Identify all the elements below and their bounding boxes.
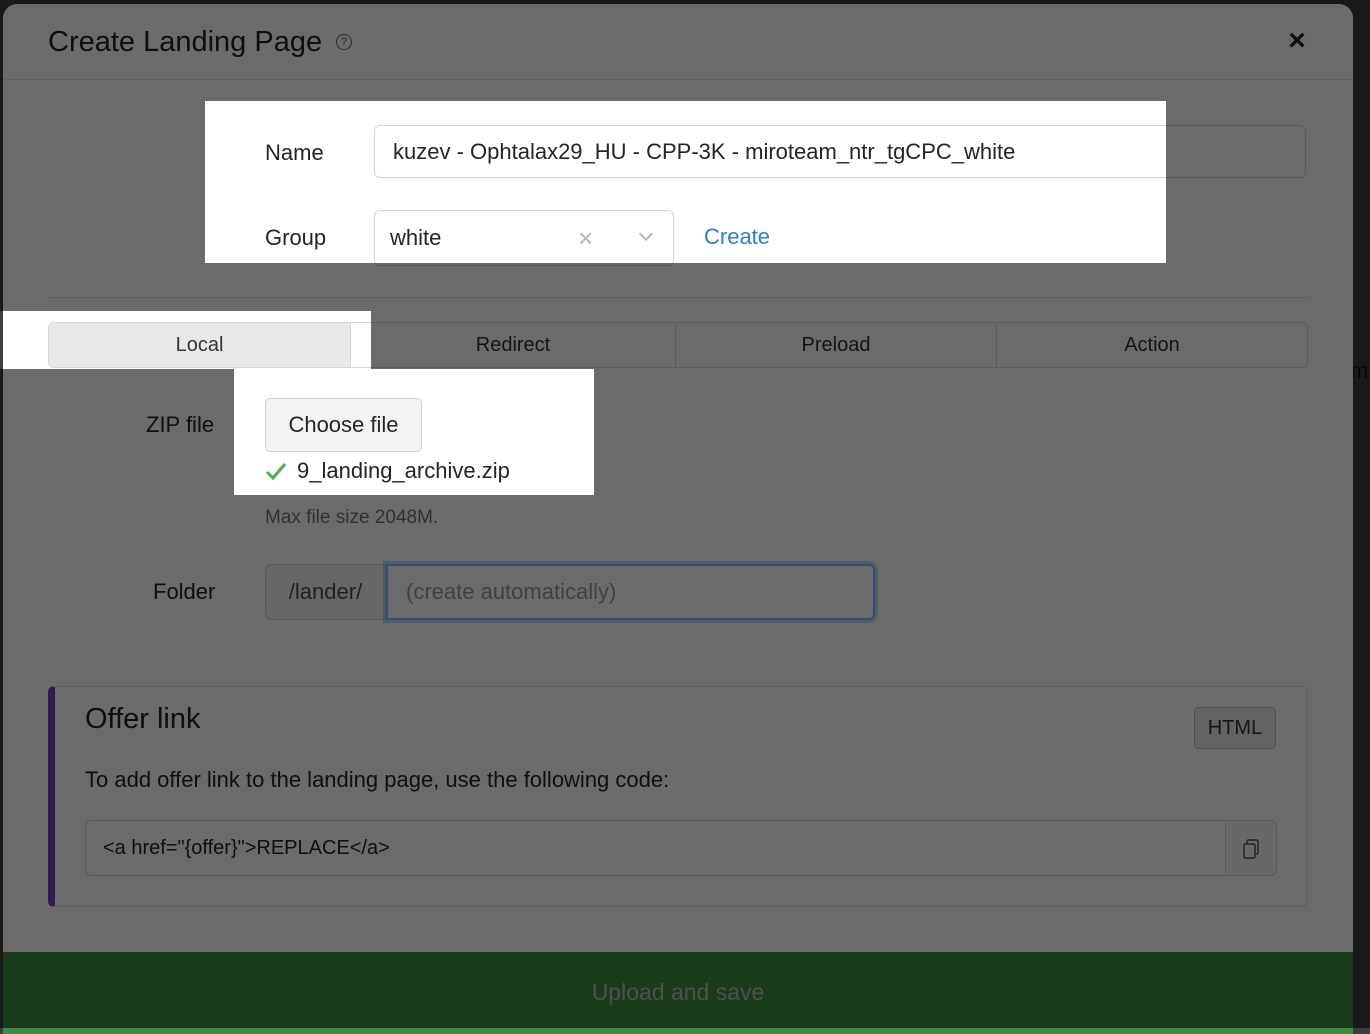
section-divider [48, 297, 1308, 298]
copy-button[interactable] [1226, 820, 1277, 876]
tab-preload[interactable]: Preload [676, 323, 997, 367]
offer-code-field[interactable]: <a href="{offer}">REPLACE</a> [85, 820, 1226, 876]
offer-link-panel: Offer link HTML To add offer link to the… [48, 686, 1308, 907]
check-icon [265, 463, 287, 481]
folder-label: Folder [153, 579, 216, 604]
tab-redirect[interactable]: Redirect [351, 323, 676, 367]
upload-and-save-button[interactable]: Upload and save [3, 952, 1353, 1034]
folder-prefix: /lander/ [265, 564, 386, 620]
name-label: Name [265, 140, 324, 165]
offer-description: To add offer link to the landing page, u… [85, 767, 670, 792]
file-name: 9_landing_archive.zip [297, 458, 510, 483]
help-icon[interactable]: ? [336, 34, 352, 50]
group-selected-value: white [390, 225, 442, 250]
offer-title: Offer link [85, 703, 201, 735]
clear-icon[interactable]: × [578, 223, 593, 253]
create-group-link[interactable]: Create [704, 224, 770, 250]
create-landing-modal: Create Landing Page ? × Name kuzev - Oph… [3, 4, 1353, 1034]
copy-icon [1243, 839, 1259, 859]
modal-title: Create Landing Page [48, 26, 323, 58]
max-size-hint: Max file size 2048M. [265, 507, 439, 528]
select-separator [619, 225, 620, 251]
zip-file-label: ZIP file [146, 412, 215, 437]
tab-action[interactable]: Action [997, 323, 1307, 367]
modal-header: Create Landing Page ? × [3, 4, 1353, 80]
chevron-down-icon[interactable] [637, 227, 655, 245]
choose-file-button[interactable]: Choose file [265, 398, 422, 452]
source-tabs: Local Redirect Preload Action [48, 322, 1308, 368]
tab-local[interactable]: Local [49, 323, 351, 367]
group-label: Group [265, 225, 327, 250]
close-icon[interactable]: × [1285, 26, 1309, 56]
group-select[interactable]: white × [374, 210, 674, 266]
folder-input[interactable] [386, 564, 875, 620]
html-badge[interactable]: HTML [1194, 707, 1276, 749]
name-input[interactable]: kuzev - Ophtalax29_HU - CPP-3K - mirotea… [374, 125, 1306, 178]
